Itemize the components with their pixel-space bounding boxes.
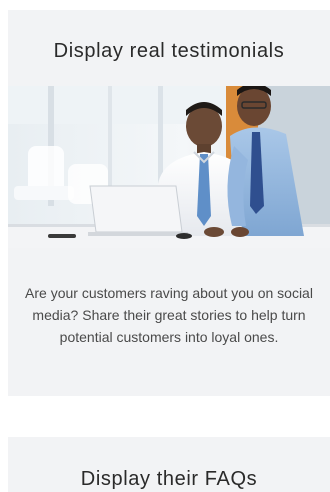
testimonials-card: Display real testimonials Are your custo…: [8, 10, 330, 396]
faqs-card: Display their FAQs: [8, 437, 330, 492]
testimonials-title: Display real testimonials: [53, 40, 285, 62]
testimonials-description: Are your customers raving about you on s…: [25, 285, 313, 345]
page: Display real testimonials Are your custo…: [0, 0, 330, 492]
testimonials-photo: [8, 86, 330, 248]
faqs-title: Display their FAQs: [80, 468, 258, 490]
